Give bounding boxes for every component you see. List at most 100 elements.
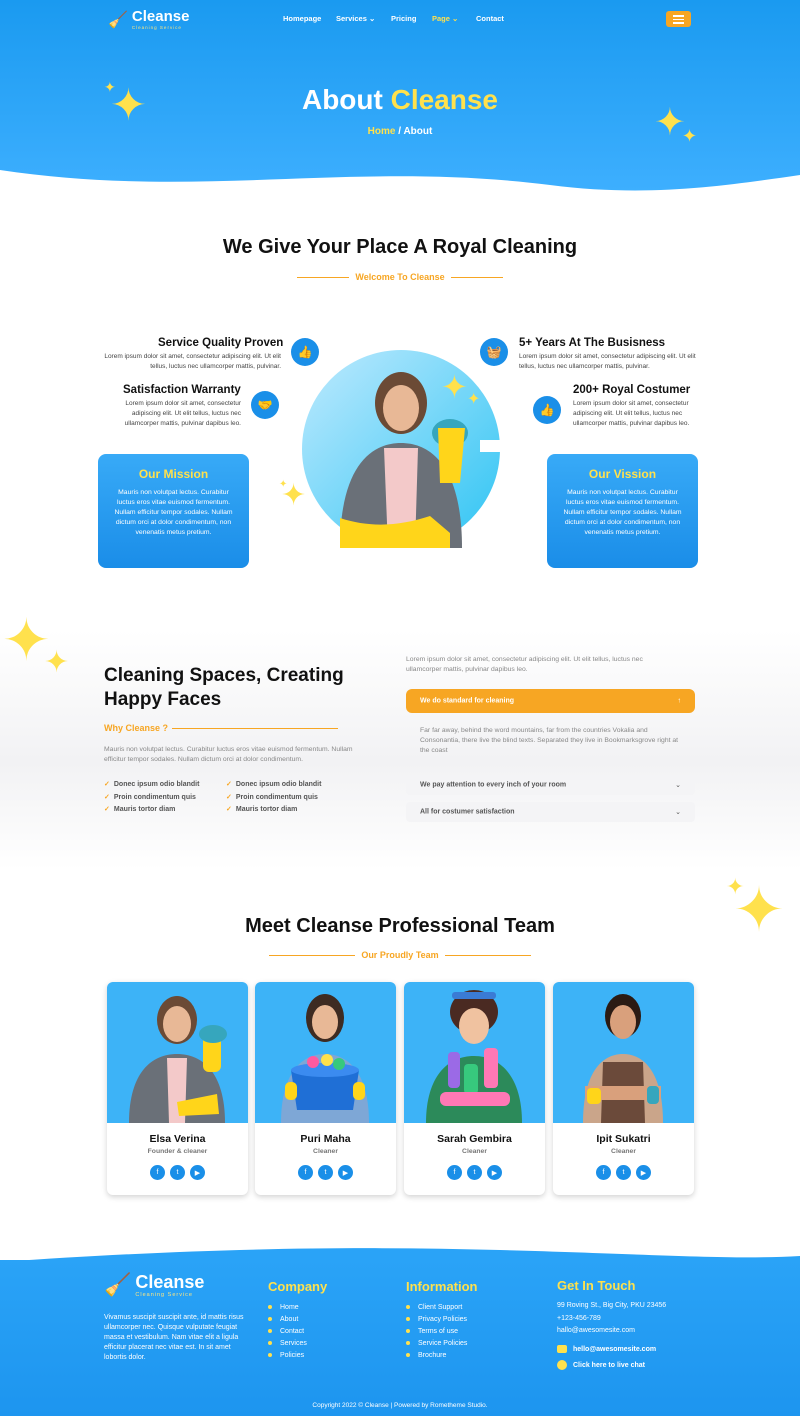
footer-link[interactable]: Terms of use — [406, 1326, 467, 1338]
mission-title: Our Mission — [138, 467, 209, 481]
team-member-name: Ipit Sukatri — [596, 1133, 651, 1145]
section-heading-royal: We Give Your Place A Royal Cleaning — [222, 236, 578, 258]
team-card: Puri Maha Cleaner f t ▶ — [255, 982, 396, 1195]
sparkle-icon: ✦ — [441, 369, 468, 405]
feature-title-years: 5+ Years At The Busisness — [519, 337, 666, 349]
footer-link[interactable]: Client Support — [406, 1302, 467, 1314]
accordion-item-standard[interactable]: We do standard for cleaning ↑ — [406, 689, 695, 713]
chevron-down-icon: ⌄ — [452, 14, 459, 23]
footer-link[interactable]: Services — [268, 1338, 307, 1350]
youtube-icon[interactable]: ▶ — [636, 1165, 651, 1180]
nav-homepage[interactable]: Homepage — [283, 14, 321, 23]
footer-link[interactable]: Home — [268, 1302, 307, 1314]
twitter-icon[interactable]: t — [170, 1165, 185, 1180]
list-item: ✓ Mauris tortor diam — [104, 806, 176, 813]
feature-title-warranty: Satisfaction Warranty — [123, 384, 241, 396]
thumbs-up-icon: 👍 — [533, 396, 561, 424]
chevron-down-icon: ⌄ — [675, 809, 681, 816]
footer-heading-information: Information — [406, 1279, 478, 1294]
team-photo — [255, 982, 396, 1123]
logo[interactable]: 🧹 Cleanse Cleaning Service — [108, 9, 189, 30]
why-intro: Lorem ipsum dolor sit amet, consectetur … — [406, 656, 643, 673]
breadcrumb-current: About — [403, 126, 433, 137]
vision-title: Our Vission — [588, 467, 657, 481]
footer-heading-contact: Get In Touch — [557, 1278, 636, 1293]
why-heading: Cleaning Spaces, Creating Happy Faces — [104, 665, 344, 710]
list-item: ✓ Donec ipsum odio blandit — [226, 781, 322, 788]
broom-icon: 🧹 — [108, 11, 128, 29]
check-icon: ✓ — [226, 793, 232, 801]
hero-wave — [0, 170, 800, 220]
facebook-icon[interactable]: f — [447, 1165, 462, 1180]
logo-tagline: Cleaning Service — [131, 25, 182, 30]
email-text: hallo@awesomesite.com — [557, 1327, 635, 1334]
team-card: Elsa Verina Founder & cleaner f t ▶ — [107, 982, 248, 1195]
nav-page[interactable]: Page ⌄ — [432, 14, 458, 23]
broom-icon: 🧹 — [104, 1272, 132, 1297]
accordion-item-satisfaction[interactable]: All for costumer satisfaction ⌄ — [406, 802, 695, 822]
mission-text: Mauris non volutpat lectus. Curabitur lu… — [114, 489, 233, 536]
nav-contact[interactable]: Contact — [476, 14, 504, 23]
breadcrumb-home-link[interactable]: Home — [368, 126, 396, 137]
footer-heading-company: Company — [268, 1279, 328, 1294]
footer-company-links: Home About Contact Services Policies — [268, 1302, 307, 1362]
feature-text-quality: Lorem ipsum dolor sit amet, consectetur … — [104, 353, 281, 370]
team-card: Ipit Sukatri Cleaner f t ▶ — [553, 982, 694, 1195]
why-text: Mauris non volutpat lectus. Curabitur lu… — [104, 746, 353, 763]
team-member-role: Cleaner — [313, 1148, 338, 1155]
footer-link[interactable]: About — [268, 1314, 307, 1326]
vision-card: Our Vission Mauris non volutpat lectus. … — [547, 454, 698, 568]
hamburger-menu-button[interactable] — [666, 11, 691, 27]
footer-link[interactable]: Brochure — [406, 1350, 467, 1362]
feature-title-quality: Service Quality Proven — [158, 337, 284, 349]
nav-services[interactable]: Services ⌄ — [336, 14, 375, 23]
youtube-icon[interactable]: ▶ — [487, 1165, 502, 1180]
twitter-icon[interactable]: t — [318, 1165, 333, 1180]
feature-text-customer: Lorem ipsum dolor sit amet, consectetur … — [573, 400, 690, 427]
logo-tagline: Cleaning Service — [135, 1291, 193, 1298]
facebook-icon[interactable]: f — [596, 1165, 611, 1180]
footer-logo[interactable]: 🧹 Cleanse Cleaning Service — [104, 1272, 204, 1298]
team-member-role: Cleaner — [462, 1148, 487, 1155]
accordion-body: Far far away, behind the word mountains,… — [420, 727, 679, 754]
chevron-down-icon: ⌄ — [368, 14, 376, 23]
footer-link[interactable]: Privacy Policies — [406, 1314, 467, 1326]
sparkle-icon: ✦ — [682, 126, 698, 146]
feature-text-warranty: Lorem ipsum dolor sit amet, consectetur … — [124, 400, 241, 427]
cleaner-portrait-image — [302, 350, 502, 548]
check-list-right: ✓ Donec ipsum odio blandit ✓ Proin condime… — [226, 779, 321, 817]
footer-link[interactable]: Policies — [268, 1350, 307, 1362]
facebook-icon[interactable]: f — [298, 1165, 313, 1180]
email-link[interactable]: hello@awesomesite.com — [557, 1345, 656, 1353]
footer-link[interactable]: Service Policies — [406, 1338, 467, 1350]
logo-name: Cleanse — [131, 8, 190, 25]
footer-about-text: Vivamus suscipit suscipit ante, id matti… — [104, 1314, 244, 1361]
twitter-icon[interactable]: t — [467, 1165, 482, 1180]
team-photo — [107, 982, 248, 1123]
team-photo — [404, 982, 545, 1123]
copyright-text: Copyright 2022 © Cleanse | Powered by Ro… — [312, 1402, 488, 1409]
live-chat-link[interactable]: Click here to live chat — [557, 1360, 645, 1370]
twitter-icon[interactable]: t — [616, 1165, 631, 1180]
footer-contact-info: 99 Roving St., Big City, PKU 23456 +123-… — [557, 1300, 666, 1338]
team-member-name: Elsa Verina — [149, 1133, 206, 1145]
accordion-item-attention[interactable]: We pay attention to every inch of your r… — [406, 775, 695, 795]
arrow-up-icon: ↑ — [677, 697, 682, 705]
section-subheading-team: Our Proudly Team — [0, 950, 800, 960]
youtube-icon[interactable]: ▶ — [338, 1165, 353, 1180]
list-item: ✓ Proin condimentum quis — [226, 793, 318, 801]
feature-text-years: Lorem ipsum dolor sit amet, consectetur … — [519, 353, 696, 370]
feature-title-customer: 200+ Royal Costumer — [573, 384, 691, 396]
check-icon: ✓ — [104, 793, 110, 801]
mission-card: Our Mission Mauris non volutpat lectus. … — [98, 454, 249, 568]
sparkle-icon: ✦ — [279, 479, 288, 490]
youtube-icon[interactable]: ▶ — [190, 1165, 205, 1180]
footer-link[interactable]: Contact — [268, 1326, 307, 1338]
list-item: ✓ Proin condimentum quis — [104, 793, 196, 801]
envelope-icon — [557, 1345, 567, 1353]
team-photo — [553, 982, 694, 1123]
list-item: ✓ Donec ipsum odio blandit — [104, 781, 200, 788]
nav-pricing[interactable]: Pricing — [391, 14, 416, 23]
check-icon: ✓ — [226, 781, 232, 788]
facebook-icon[interactable]: f — [150, 1165, 165, 1180]
